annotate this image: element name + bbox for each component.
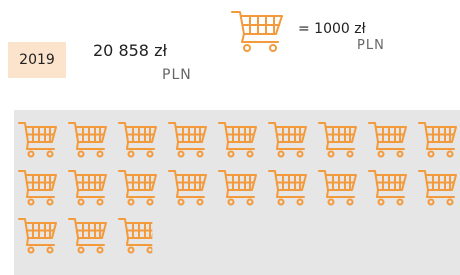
legend-value: = 1000 zł (298, 21, 366, 37)
year-label: 2019 (19, 52, 55, 68)
total-amount: 20 858 zł (93, 41, 168, 60)
shopping-cart-icon (168, 170, 207, 206)
shopping-cart-icon (418, 122, 457, 158)
shopping-cart-icon (68, 218, 107, 254)
total-amount-currency: PLN (162, 67, 192, 83)
shopping-cart-icon (18, 170, 57, 206)
shopping-cart-icon (18, 122, 57, 158)
cart-pictogram (18, 122, 457, 254)
shopping-cart-icon (18, 218, 57, 254)
shopping-cart-icon (318, 122, 357, 158)
shopping-cart-icon (418, 170, 457, 206)
shopping-cart-icon (318, 170, 357, 206)
shopping-cart-icon (268, 122, 307, 158)
shopping-cart-icon (118, 170, 157, 206)
legend-currency: PLN (357, 38, 385, 53)
shopping-cart-icon (68, 122, 107, 158)
shopping-cart-icon (218, 170, 257, 206)
shopping-cart-icon (118, 122, 157, 158)
shopping-cart-icon (368, 170, 407, 206)
shopping-cart-icon (218, 122, 257, 158)
legend-cart-icon (231, 11, 283, 52)
shopping-cart-icon (168, 122, 207, 158)
shopping-cart-icon (118, 218, 153, 254)
year-badge: 2019 (8, 42, 66, 78)
partial-cart (118, 218, 153, 254)
shopping-cart-icon (368, 122, 407, 158)
shopping-cart-icon (68, 170, 107, 206)
shopping-cart-icon (268, 170, 307, 206)
cart-pictogram-panel (14, 110, 460, 275)
